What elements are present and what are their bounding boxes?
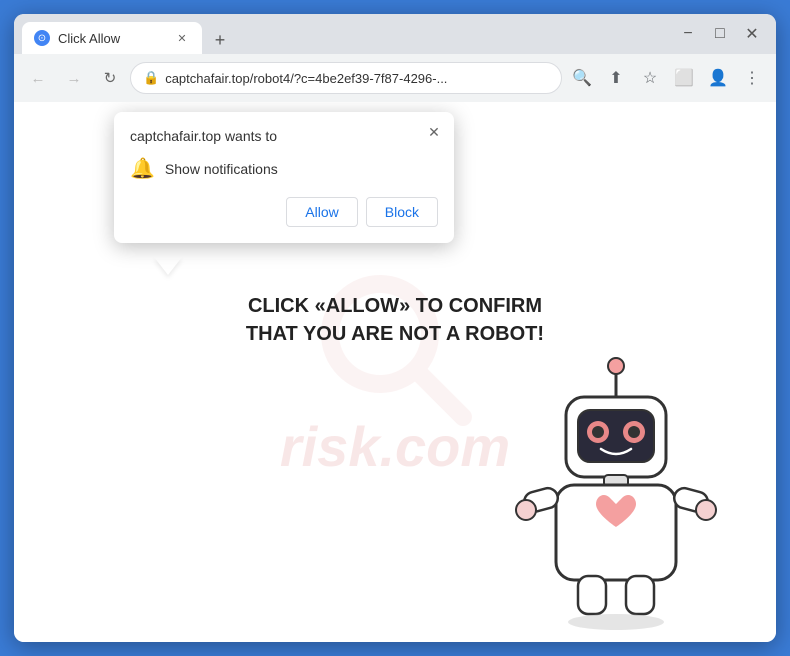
speech-bubble-tail <box>154 257 182 275</box>
reload-button[interactable]: ↻ <box>94 62 126 94</box>
watermark-text: risk.com <box>280 419 510 475</box>
popup-notification-row: 🔔 Show notifications <box>130 156 438 181</box>
bell-icon: 🔔 <box>130 156 155 181</box>
page-content: risk.com ✕ captchafair.top wants to 🔔 Sh… <box>14 102 776 642</box>
robot-illustration <box>506 342 726 622</box>
menu-icon[interactable]: ⋮ <box>736 62 768 94</box>
minimize-button[interactable]: − <box>676 22 700 46</box>
profile-icon[interactable]: 👤 <box>702 62 734 94</box>
lock-icon: 🔒 <box>143 70 159 86</box>
new-tab-button[interactable]: + <box>206 26 234 54</box>
toolbar-icons: 🔍 ⬆ ☆ ⬜ 👤 ⋮ <box>566 62 768 94</box>
browser-window: ⊙ Click Allow ✕ + − □ ✕ ← → ↻ 🔒 captchaf… <box>14 14 776 642</box>
tab-favicon: ⊙ <box>34 30 50 46</box>
speech-bubble-tail-wrap <box>114 257 454 275</box>
popup-close-button[interactable]: ✕ <box>424 122 444 142</box>
page-main-text: CLICK «ALLOW» TO CONFIRM THAT YOU ARE NO… <box>235 292 555 348</box>
window-controls: − □ ✕ <box>676 22 768 46</box>
sidebar-icon[interactable]: ⬜ <box>668 62 700 94</box>
search-icon[interactable]: 🔍 <box>566 62 598 94</box>
close-button[interactable]: ✕ <box>740 22 764 46</box>
forward-button[interactable]: → <box>58 62 90 94</box>
notification-label: Show notifications <box>165 161 278 177</box>
allow-button[interactable]: Allow <box>286 197 357 227</box>
active-tab[interactable]: ⊙ Click Allow ✕ <box>22 22 202 54</box>
back-button[interactable]: ← <box>22 62 54 94</box>
share-icon[interactable]: ⬆ <box>600 62 632 94</box>
bookmark-icon[interactable]: ☆ <box>634 62 666 94</box>
maximize-button[interactable]: □ <box>708 22 732 46</box>
tab-close-button[interactable]: ✕ <box>174 30 190 46</box>
title-bar: ⊙ Click Allow ✕ + − □ ✕ <box>14 14 776 54</box>
favicon-symbol: ⊙ <box>38 33 46 44</box>
address-bar[interactable]: 🔒 captchafair.top/robot4/?c=4be2ef39-7f8… <box>130 62 562 94</box>
notification-popup: ✕ captchafair.top wants to 🔔 Show notifi… <box>114 112 454 243</box>
tab-title: Click Allow <box>58 31 166 46</box>
address-bar-row: ← → ↻ 🔒 captchafair.top/robot4/?c=4be2ef… <box>14 54 776 102</box>
popup-title: captchafair.top wants to <box>130 128 438 144</box>
popup-buttons: Allow Block <box>130 197 438 227</box>
url-text: captchafair.top/robot4/?c=4be2ef39-7f87-… <box>165 71 549 86</box>
tab-area: ⊙ Click Allow ✕ + <box>22 14 676 54</box>
block-button[interactable]: Block <box>366 197 438 227</box>
